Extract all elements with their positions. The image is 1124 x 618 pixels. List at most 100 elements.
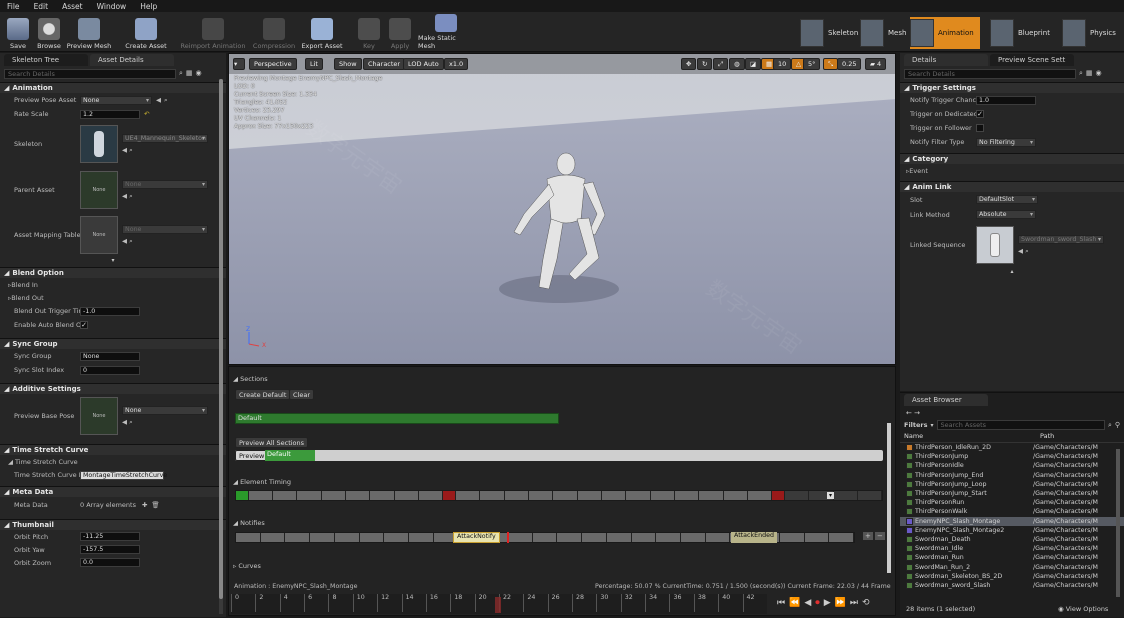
step-forward-icon[interactable]: ⏩ [835, 598, 850, 608]
scale-icon[interactable]: ⤢ [713, 58, 729, 70]
asset-row[interactable]: ThirdPersonJump_Loop/Game/Characters/M [900, 480, 1124, 489]
default-section-bar[interactable]: Default [235, 413, 559, 424]
mode-skeleton[interactable]: Skeleton [800, 17, 858, 49]
preview-pose-dropdown[interactable]: None [80, 95, 152, 105]
scale-snap-icon[interactable]: ⤡ [823, 58, 839, 70]
menu-help[interactable]: Help [133, 2, 164, 11]
attack-ended-notify[interactable]: AttackEnded [731, 532, 777, 543]
sync-group-category[interactable]: ◢ Sync Group [0, 338, 226, 349]
column-path[interactable]: Path [1040, 432, 1054, 440]
menu-edit[interactable]: Edit [27, 2, 56, 11]
key-button[interactable]: Key [358, 14, 380, 50]
remove-track-icon[interactable]: − [875, 532, 885, 540]
play-reverse-icon[interactable]: ◀ [804, 598, 815, 608]
menu-file[interactable]: File [0, 2, 27, 11]
mapping-nav-icons[interactable]: ◀ ⌕ [122, 237, 208, 246]
save-button[interactable]: Save [4, 14, 32, 50]
blend-out-row[interactable]: ▹ Blend Out [0, 291, 226, 304]
preview-button[interactable]: Preview [235, 450, 269, 461]
world-icon[interactable]: ◍ [729, 58, 745, 70]
lit-button[interactable]: Lit [305, 58, 323, 70]
mode-animation[interactable]: Animation [910, 17, 980, 49]
montage-scrollbar[interactable] [887, 423, 891, 573]
lod-button[interactable]: LOD Auto [403, 58, 444, 70]
asset-row[interactable]: ThirdPersonWalk/Game/Characters/M [900, 507, 1124, 516]
timing-marker-start[interactable] [236, 491, 249, 500]
timeline-ruler[interactable]: 0 2 4 6 8 10 12 14 16 18 20 22 24 26 28 30 32 34 36 38 40 42 [231, 594, 767, 614]
add-icon[interactable]: ✚ [142, 501, 147, 509]
link-method-dropdown[interactable]: Absolute [976, 210, 1036, 219]
rate-scale-input[interactable]: 1.2 [80, 109, 140, 119]
preview-base-thumbnail[interactable]: None [80, 397, 118, 435]
column-name[interactable]: Name [904, 432, 1040, 440]
back-arrow-icon[interactable]: ← [906, 409, 912, 417]
preview-mesh-button[interactable]: Preview Mesh [66, 14, 112, 50]
eye-icon[interactable]: ◉ [196, 69, 202, 79]
timing-dropdown-icon[interactable]: ▾ [827, 492, 835, 499]
scale-value[interactable]: 0.25 [837, 58, 862, 70]
grid-value[interactable]: 10 [773, 58, 792, 70]
left-scrollbar[interactable] [219, 79, 223, 614]
surface-snap-icon[interactable]: ◪ [745, 58, 762, 70]
skeleton-thumbnail[interactable] [80, 125, 118, 163]
grid-view-icon[interactable]: ▦ [186, 69, 193, 79]
slot-dropdown[interactable]: DefaultSlot [976, 195, 1038, 204]
browser-scrollbar[interactable] [1116, 449, 1120, 597]
grid-view-icon[interactable]: ▦ [1086, 69, 1093, 79]
record-icon[interactable]: ⏺ [815, 598, 824, 608]
blend-out-trigger-input[interactable]: -1.0 [80, 306, 140, 316]
asset-row[interactable]: Swordman_sword_Slash/Game/Characters/M [900, 581, 1124, 590]
details-search-input[interactable]: Search Details [904, 69, 1076, 79]
notifies-header[interactable]: ◢ Notifies [233, 519, 265, 527]
skip-start-icon[interactable]: ⏮ [777, 598, 789, 608]
menu-window[interactable]: Window [90, 2, 134, 11]
preview-viewport[interactable]: Z X ▾ Perspective Lit Show Character LOD… [228, 53, 896, 365]
timeline-scrubber[interactable] [495, 597, 501, 613]
menu-asset[interactable]: Asset [55, 2, 90, 11]
make-static-mesh-button[interactable]: Make Static Mesh [418, 14, 474, 50]
tab-preview-scene[interactable]: Preview Scene Sett [990, 54, 1074, 66]
eye-icon[interactable]: ◉ [1096, 69, 1102, 79]
camera-speed-button[interactable]: ▰ 4 [865, 58, 887, 70]
thumbnail-category[interactable]: ◢ Thumbnail [0, 519, 226, 530]
asset-row[interactable]: EnemyNPC_Slash_Montage2/Game/Characters/… [900, 526, 1124, 535]
viewport-menu-icon[interactable]: ▾ [233, 58, 245, 70]
linked-sequence-dropdown[interactable]: Swordman_sword_Slash [1018, 234, 1104, 244]
collapse-arrow-icon[interactable]: ▴ [900, 268, 1124, 276]
angle-value[interactable]: 5° [803, 58, 821, 70]
search-icon[interactable]: ⌕ [164, 96, 168, 105]
parent-asset-thumbnail[interactable]: None [80, 171, 118, 209]
forward-arrow-icon[interactable]: → [914, 409, 920, 417]
asset-row[interactable]: ThirdPersonRun/Game/Characters/M [900, 498, 1124, 507]
add-track-icon[interactable]: + [863, 532, 873, 540]
trigger-chance-input[interactable]: 1.0 [976, 95, 1036, 105]
export-asset-button[interactable]: Export Asset [300, 14, 344, 50]
skip-end-icon[interactable]: ⏭ [850, 598, 862, 608]
sync-slot-input[interactable]: 0 [80, 365, 140, 375]
orbit-yaw-input[interactable]: -157.5 [80, 545, 140, 554]
sections-header[interactable]: ◢ Sections [233, 375, 268, 383]
reimport-animation-button[interactable]: Reimport Animation [180, 14, 246, 50]
event-row[interactable]: ▹ Event [900, 164, 1124, 178]
tab-details[interactable]: Details [904, 54, 988, 66]
asset-mapping-thumbnail[interactable]: None [80, 216, 118, 254]
character-button[interactable]: Character [363, 58, 406, 70]
base-nav-icons[interactable]: ◀ ⌕ [122, 418, 208, 427]
trigger-dedicated-checkbox[interactable]: ✓ [976, 110, 984, 118]
anim-link-category[interactable]: ◢ Anim Link [900, 181, 1124, 192]
mode-mesh[interactable]: Mesh [860, 17, 906, 49]
blend-option-category[interactable]: ◢ Blend Option [0, 267, 226, 278]
asset-row[interactable]: SwordMan_Run_2/Game/Characters/M [900, 562, 1124, 571]
skeleton-nav-icons[interactable]: ◀ ⌕ [122, 146, 208, 155]
parent-nav-icons[interactable]: ◀ ⌕ [122, 192, 208, 201]
create-asset-button[interactable]: Create Asset [124, 14, 168, 50]
tab-asset-browser[interactable]: Asset Browser [904, 394, 988, 406]
reset-icon[interactable]: ↶ [144, 110, 149, 118]
trash-icon[interactable]: 🗑 [151, 501, 159, 509]
browse-button[interactable]: Browse [34, 14, 64, 50]
mode-blueprint[interactable]: Blueprint [990, 17, 1050, 49]
view-options-button[interactable]: ◉ View Options [1058, 605, 1108, 613]
orbit-pitch-input[interactable]: -11.25 [80, 532, 140, 541]
trigger-follower-checkbox[interactable] [976, 124, 984, 132]
timing-marker-notify[interactable] [443, 491, 456, 500]
